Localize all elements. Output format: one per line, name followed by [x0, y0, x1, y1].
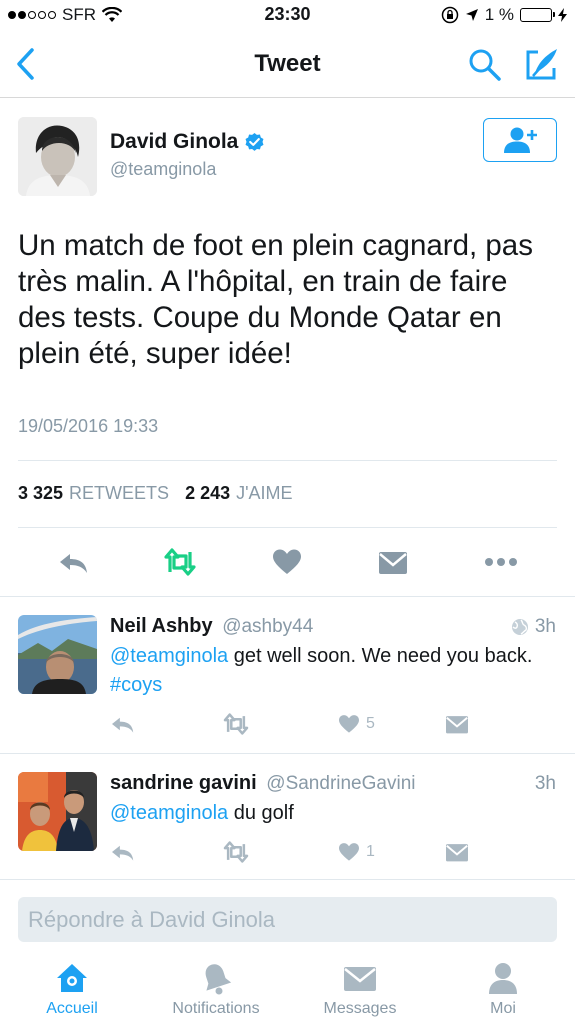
reply-time: 3h — [534, 616, 556, 637]
compose-icon[interactable] — [524, 46, 560, 82]
reply-like-count: 1 — [366, 843, 375, 860]
reply-author-name[interactable]: Neil Ashby — [110, 615, 213, 637]
author-name[interactable]: David Ginola — [110, 130, 238, 154]
reply-avatar-photo — [18, 615, 97, 694]
globe-icon — [511, 619, 528, 635]
reply-actions: 5 — [0, 709, 575, 739]
reply-author-name[interactable]: sandrine gavini — [110, 772, 257, 794]
like-heart-icon — [339, 715, 359, 733]
reply-avatar[interactable] — [18, 615, 97, 694]
hashtag-link[interactable]: #coys — [110, 674, 162, 696]
bell-icon — [205, 964, 232, 995]
person-icon — [489, 963, 517, 994]
retweet-icon — [223, 713, 249, 735]
tweet-actions — [0, 540, 575, 584]
verified-badge-icon — [245, 132, 264, 151]
reply-retweet-button[interactable] — [221, 713, 251, 735]
location-arrow-icon — [465, 9, 478, 21]
envelope-icon — [344, 967, 376, 991]
retweet-icon[interactable] — [162, 548, 198, 576]
nav-bar: Tweet — [0, 30, 575, 98]
reply-actions: 1 — [0, 837, 575, 867]
divider — [18, 460, 557, 461]
reply-reply-button[interactable] — [110, 841, 136, 863]
divider — [0, 879, 575, 880]
reply-time: 3h — [534, 773, 556, 794]
home-icon — [57, 964, 87, 992]
reply-item[interactable]: sandrine gavini @SandrineGavini 3h @team… — [0, 754, 575, 879]
tab-home[interactable]: Accueil — [2, 955, 142, 1024]
likes-count[interactable]: 2 243 — [185, 483, 230, 504]
tab-notifications[interactable]: Notifications — [146, 955, 286, 1024]
tweet-timestamp: 19/05/2016 19:33 — [18, 416, 159, 436]
reply-timestamp-row: 3h — [511, 616, 556, 638]
reply-icon — [112, 845, 134, 861]
like-heart-icon — [339, 843, 359, 861]
direct-message-icon — [446, 716, 468, 734]
reply-icon[interactable] — [58, 548, 90, 576]
reply-author-handle[interactable]: @ashby44 — [222, 616, 313, 637]
reply-like-count: 5 — [366, 715, 375, 732]
tab-label: Notifications — [172, 1000, 260, 1017]
like-heart-icon[interactable] — [272, 548, 302, 576]
tweet-text: Un match de foot en plein cagnard, pas t… — [18, 229, 533, 370]
tab-label: Messages — [323, 1000, 397, 1017]
reply-text: @teamginola get well soon. We need you b… — [110, 642, 560, 700]
reply-like-button[interactable]: 1 — [338, 841, 375, 863]
mention-link[interactable]: @teamginola — [110, 645, 228, 667]
reply-text: @teamginola du golf — [110, 799, 560, 828]
retweets-label[interactable]: RETWEETS — [69, 483, 169, 504]
status-right: 1 % — [441, 5, 567, 25]
status-bar: SFR 23:30 1 % — [0, 0, 575, 30]
reply-compose-box[interactable] — [18, 897, 557, 942]
rotation-lock-icon — [441, 6, 458, 24]
author-photo — [18, 117, 97, 196]
more-options-icon[interactable] — [484, 548, 518, 576]
direct-message-icon[interactable] — [378, 548, 408, 576]
add-user-icon — [504, 127, 537, 153]
tab-messages[interactable]: Messages — [290, 955, 430, 1024]
divider — [18, 527, 557, 528]
reply-timestamp-row: 3h — [535, 773, 556, 795]
tab-me[interactable]: Moi — [433, 955, 573, 1024]
battery-icon — [520, 8, 555, 22]
reply-icon — [112, 717, 134, 733]
reply-input[interactable] — [18, 897, 557, 942]
author-name-row[interactable]: David Ginola — [110, 130, 265, 154]
charging-bolt-icon — [558, 8, 567, 22]
reply-reply-button[interactable] — [110, 713, 136, 735]
direct-message-icon — [446, 844, 468, 862]
reply-retweet-button[interactable] — [221, 841, 251, 863]
reply-dm-button[interactable] — [445, 713, 469, 735]
tab-label: Moi — [490, 1000, 516, 1017]
likes-label[interactable]: J'AIME — [236, 483, 292, 504]
tweet-stats: 3 325 RETWEETS 2 243 J'AIME — [18, 483, 303, 504]
tab-bar: Accueil Notifications Messages Moi — [0, 955, 575, 1024]
author-handle[interactable]: @teamginola — [110, 159, 216, 180]
battery-percent: 1 % — [484, 5, 514, 24]
mention-link[interactable]: @teamginola — [110, 802, 228, 824]
reply-like-button[interactable]: 5 — [338, 713, 375, 735]
reply-body: get well soon. We need you back. — [228, 645, 533, 667]
reply-author-handle[interactable]: @SandrineGavini — [266, 773, 415, 794]
retweet-icon — [223, 841, 249, 863]
reply-header: Neil Ashby @ashby44 — [110, 615, 313, 638]
author-avatar[interactable] — [18, 117, 97, 196]
search-icon[interactable] — [468, 48, 502, 82]
reply-dm-button[interactable] — [445, 841, 469, 863]
reply-body: du golf — [228, 802, 294, 824]
reply-header: sandrine gavini @SandrineGavini — [110, 772, 415, 795]
reply-item[interactable]: Neil Ashby @ashby44 3h @teamginola get w… — [0, 597, 575, 753]
tab-label: Accueil — [46, 1000, 98, 1017]
retweets-count[interactable]: 3 325 — [18, 483, 63, 504]
follow-button[interactable] — [483, 118, 557, 162]
